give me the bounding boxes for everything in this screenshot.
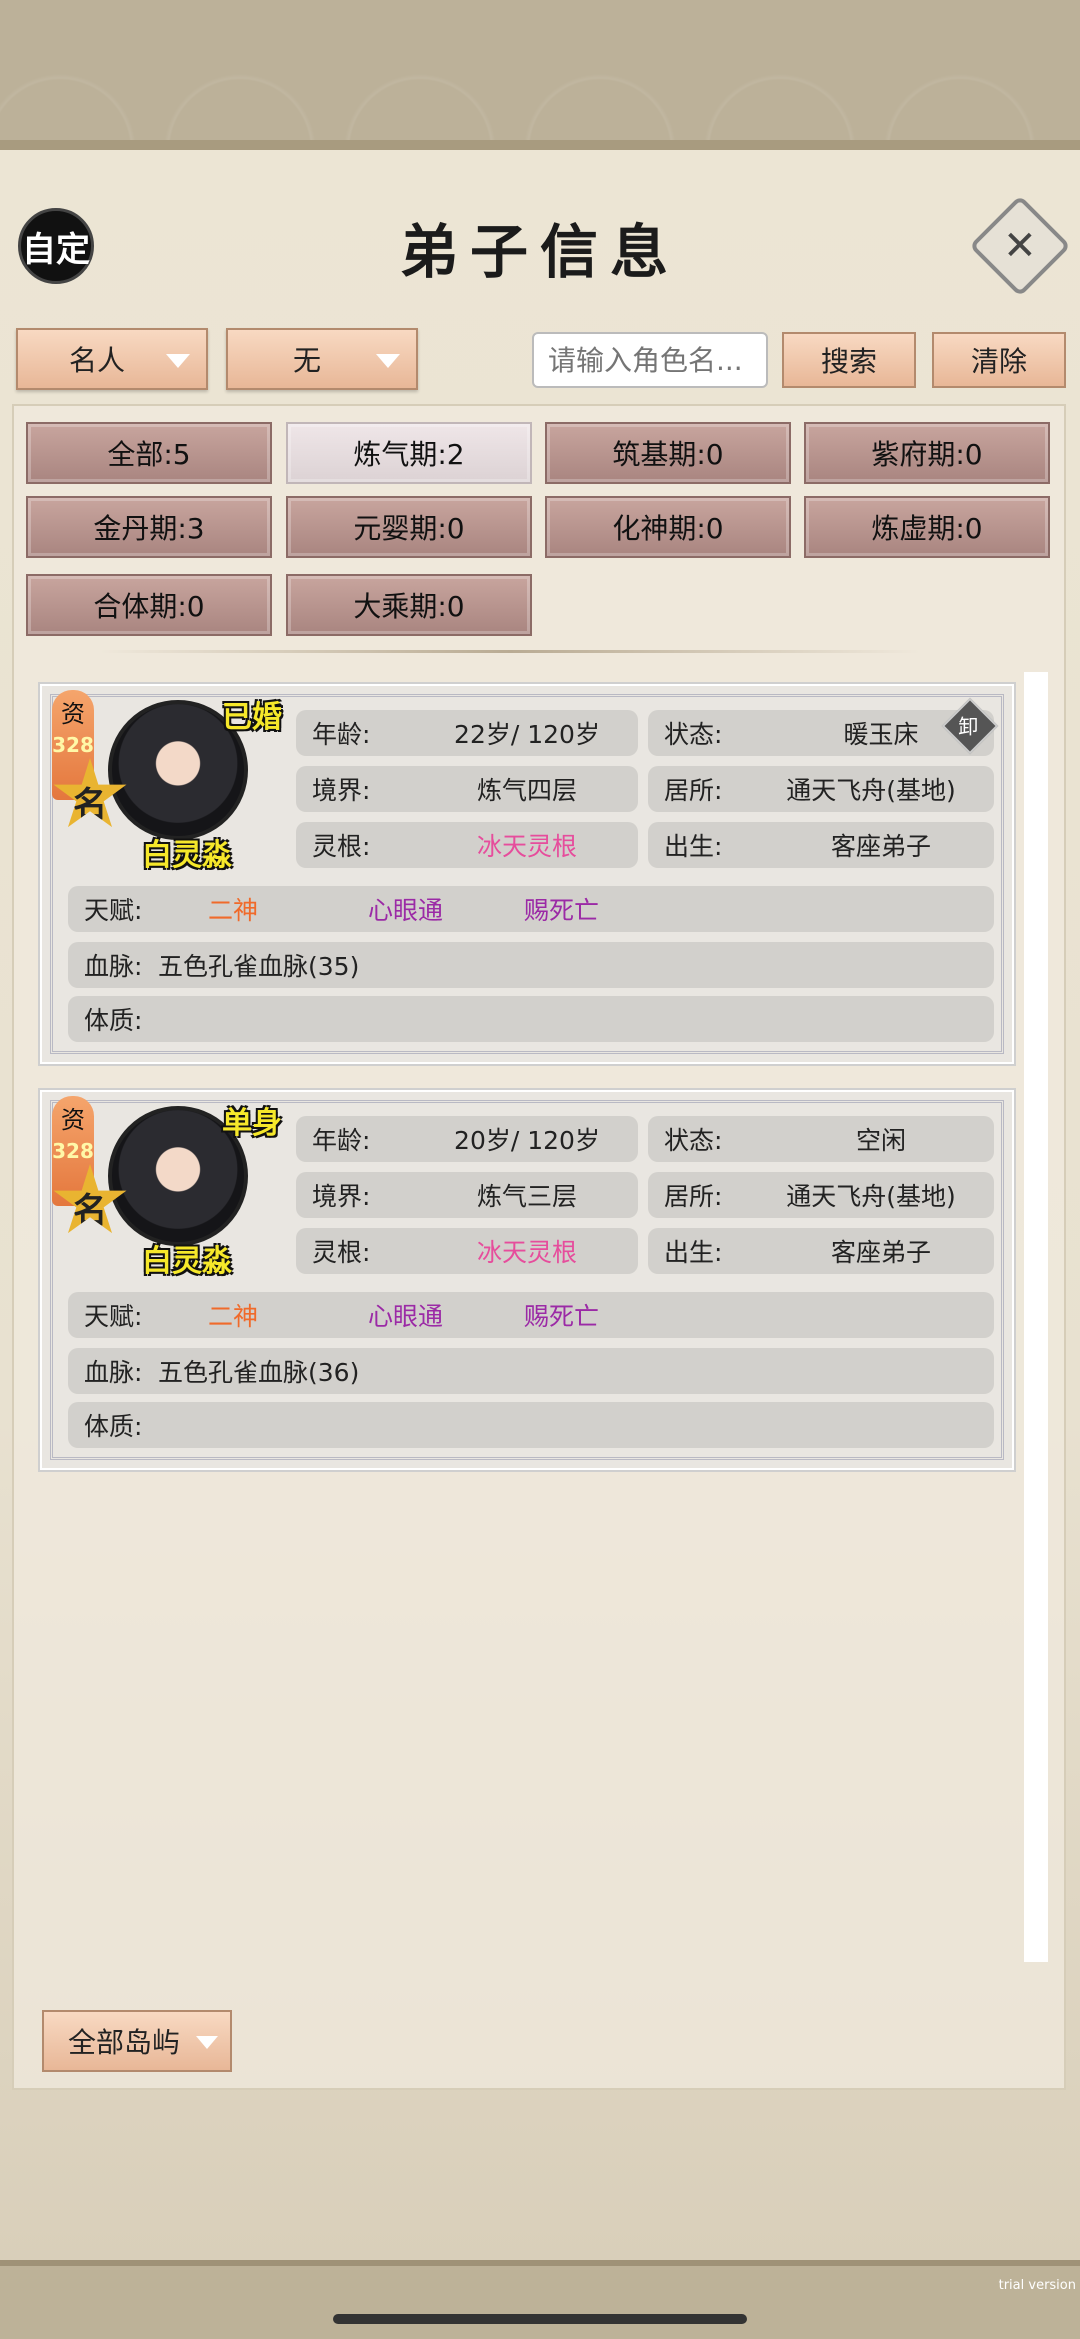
realm-field: 境界: 炼气三层 xyxy=(296,1172,638,1218)
page-title: 弟子信息 xyxy=(399,218,680,286)
realm-tab-jindan[interactable]: 金丹期:3 xyxy=(26,496,272,558)
age-field: 年龄: 22岁/ 120岁 xyxy=(296,710,638,756)
origin-field: 出生: 客座弟子 xyxy=(648,822,994,868)
chevron-down-icon xyxy=(376,354,400,368)
disciple-card[interactable]: 资 328 名 单身 白灵淼 年龄: 20岁/ 120岁 状态: 空闲 境界: … xyxy=(40,1090,1014,1470)
disciple-card[interactable]: 资 328 名 已婚 白灵淼 年龄: 22岁/ 120岁 状态: 暖玉床 卸 境… xyxy=(40,684,1014,1064)
talent-item: 赐死亡 xyxy=(524,1302,600,1331)
residence-label: 居所: xyxy=(664,776,723,805)
realm-tab-yuanying[interactable]: 元婴期:0 xyxy=(286,496,532,558)
origin-label: 出生: xyxy=(664,1238,723,1267)
scrollbar[interactable] xyxy=(1024,672,1048,1962)
divider xyxy=(100,650,920,653)
root-value: 冰天灵根 xyxy=(476,1238,577,1267)
realm-tab-zifu[interactable]: 紫府期:0 xyxy=(804,422,1050,484)
unload-label: 卸 xyxy=(958,714,979,739)
root-value: 冰天灵根 xyxy=(476,832,577,861)
realm-field: 境界: 炼气四层 xyxy=(296,766,638,812)
bloodline-value: 五色孔雀血脉(36) xyxy=(158,1358,360,1387)
residence-label: 居所: xyxy=(664,1182,723,1211)
origin-value: 客座弟子 xyxy=(830,832,931,861)
disciple-name: 白灵淼 xyxy=(142,838,232,873)
bloodline-value: 五色孔雀血脉(35) xyxy=(158,952,360,981)
aptitude-label: 资 xyxy=(61,700,85,728)
status-label: 状态: xyxy=(664,720,723,749)
aptitude-value: 328 xyxy=(52,733,94,757)
realm-tab-huashen[interactable]: 化神期:0 xyxy=(545,496,791,558)
island-dropdown[interactable]: 全部岛屿 xyxy=(42,2010,232,2072)
aptitude-value: 328 xyxy=(52,1139,94,1163)
status-field: 状态: 暖玉床 xyxy=(648,710,994,756)
residence-field: 居所: 通天飞舟(基地) xyxy=(648,766,994,812)
bloodline-label: 血脉: xyxy=(84,1358,143,1387)
realm-tab-dacheng[interactable]: 大乘期:0 xyxy=(286,574,532,636)
residence-value: 通天飞舟(基地) xyxy=(786,1182,956,1211)
talent-item: 心眼通 xyxy=(368,896,444,925)
talent-item: 二神 xyxy=(208,1302,259,1331)
home-indicator[interactable] xyxy=(333,2314,747,2324)
realm-value: 炼气三层 xyxy=(476,1182,577,1211)
marital-status: 已婚 xyxy=(222,700,282,735)
search-button[interactable]: 搜索 xyxy=(782,332,916,388)
root-field: 灵根: 冰天灵根 xyxy=(296,822,638,868)
island-dropdown-label: 全部岛屿 xyxy=(68,2026,181,2059)
marital-status: 单身 xyxy=(222,1106,282,1141)
top-decoration xyxy=(0,0,1080,150)
sub-dropdown[interactable]: 无 xyxy=(226,328,418,390)
search-input[interactable] xyxy=(532,332,768,388)
physique-label: 体质: xyxy=(84,1412,143,1441)
root-field: 灵根: 冰天灵根 xyxy=(296,1228,638,1274)
age-label: 年龄: xyxy=(312,720,371,749)
realm-value: 炼气四层 xyxy=(476,776,577,805)
residence-value: 通天飞舟(基地) xyxy=(786,776,956,805)
realm-label: 境界: xyxy=(312,776,371,805)
physique-field: 体质: xyxy=(68,1402,994,1448)
realm-tab-lianqi[interactable]: 炼气期:2 xyxy=(286,422,532,484)
physique-field: 体质: xyxy=(68,996,994,1042)
aptitude-label: 资 xyxy=(61,1106,85,1134)
disciple-name: 白灵淼 xyxy=(142,1244,232,1279)
type-dropdown[interactable]: 名人 xyxy=(16,328,208,390)
bottom-decoration xyxy=(0,2260,1080,2339)
watermark: trial version xyxy=(998,2278,1076,2293)
realm-tab-lianxu[interactable]: 炼虚期:0 xyxy=(804,496,1050,558)
origin-label: 出生: xyxy=(664,832,723,861)
root-label: 灵根: xyxy=(312,1238,371,1267)
talent-item: 心眼通 xyxy=(368,1302,444,1331)
talent-field: 天赋: 二神 心眼通 赐死亡 xyxy=(68,1292,994,1338)
clear-button[interactable]: 清除 xyxy=(932,332,1066,388)
realm-tab-zhuji[interactable]: 筑基期:0 xyxy=(545,422,791,484)
status-label: 状态: xyxy=(664,1126,723,1155)
age-field: 年龄: 20岁/ 120岁 xyxy=(296,1116,638,1162)
talent-field: 天赋: 二神 心眼通 赐死亡 xyxy=(68,886,994,932)
realm-tab-heti[interactable]: 合体期:0 xyxy=(26,574,272,636)
talent-label: 天赋: xyxy=(84,896,143,925)
bloodline-field: 血脉: 五色孔雀血脉(36) xyxy=(68,1348,994,1394)
residence-field: 居所: 通天飞舟(基地) xyxy=(648,1172,994,1218)
root-label: 灵根: xyxy=(312,832,371,861)
origin-field: 出生: 客座弟子 xyxy=(648,1228,994,1274)
age-label: 年龄: xyxy=(312,1126,371,1155)
physique-label: 体质: xyxy=(84,1006,143,1035)
age-value: 20岁/ 120岁 xyxy=(454,1126,600,1155)
chevron-down-icon xyxy=(166,354,190,368)
realm-label: 境界: xyxy=(312,1182,371,1211)
age-value: 22岁/ 120岁 xyxy=(454,720,600,749)
status-field: 状态: 空闲 xyxy=(648,1116,994,1162)
custom-button[interactable]: 自定 xyxy=(18,208,94,284)
chevron-down-icon xyxy=(196,2036,218,2049)
realm-tab-all[interactable]: 全部:5 xyxy=(26,422,272,484)
talent-item: 赐死亡 xyxy=(524,896,600,925)
close-icon: ✕ xyxy=(1003,222,1037,269)
talent-item: 二神 xyxy=(208,896,259,925)
bloodline-label: 血脉: xyxy=(84,952,143,981)
bloodline-field: 血脉: 五色孔雀血脉(35) xyxy=(68,942,994,988)
talent-label: 天赋: xyxy=(84,1302,143,1331)
status-value: 空闲 xyxy=(855,1126,906,1155)
origin-value: 客座弟子 xyxy=(830,1238,931,1267)
